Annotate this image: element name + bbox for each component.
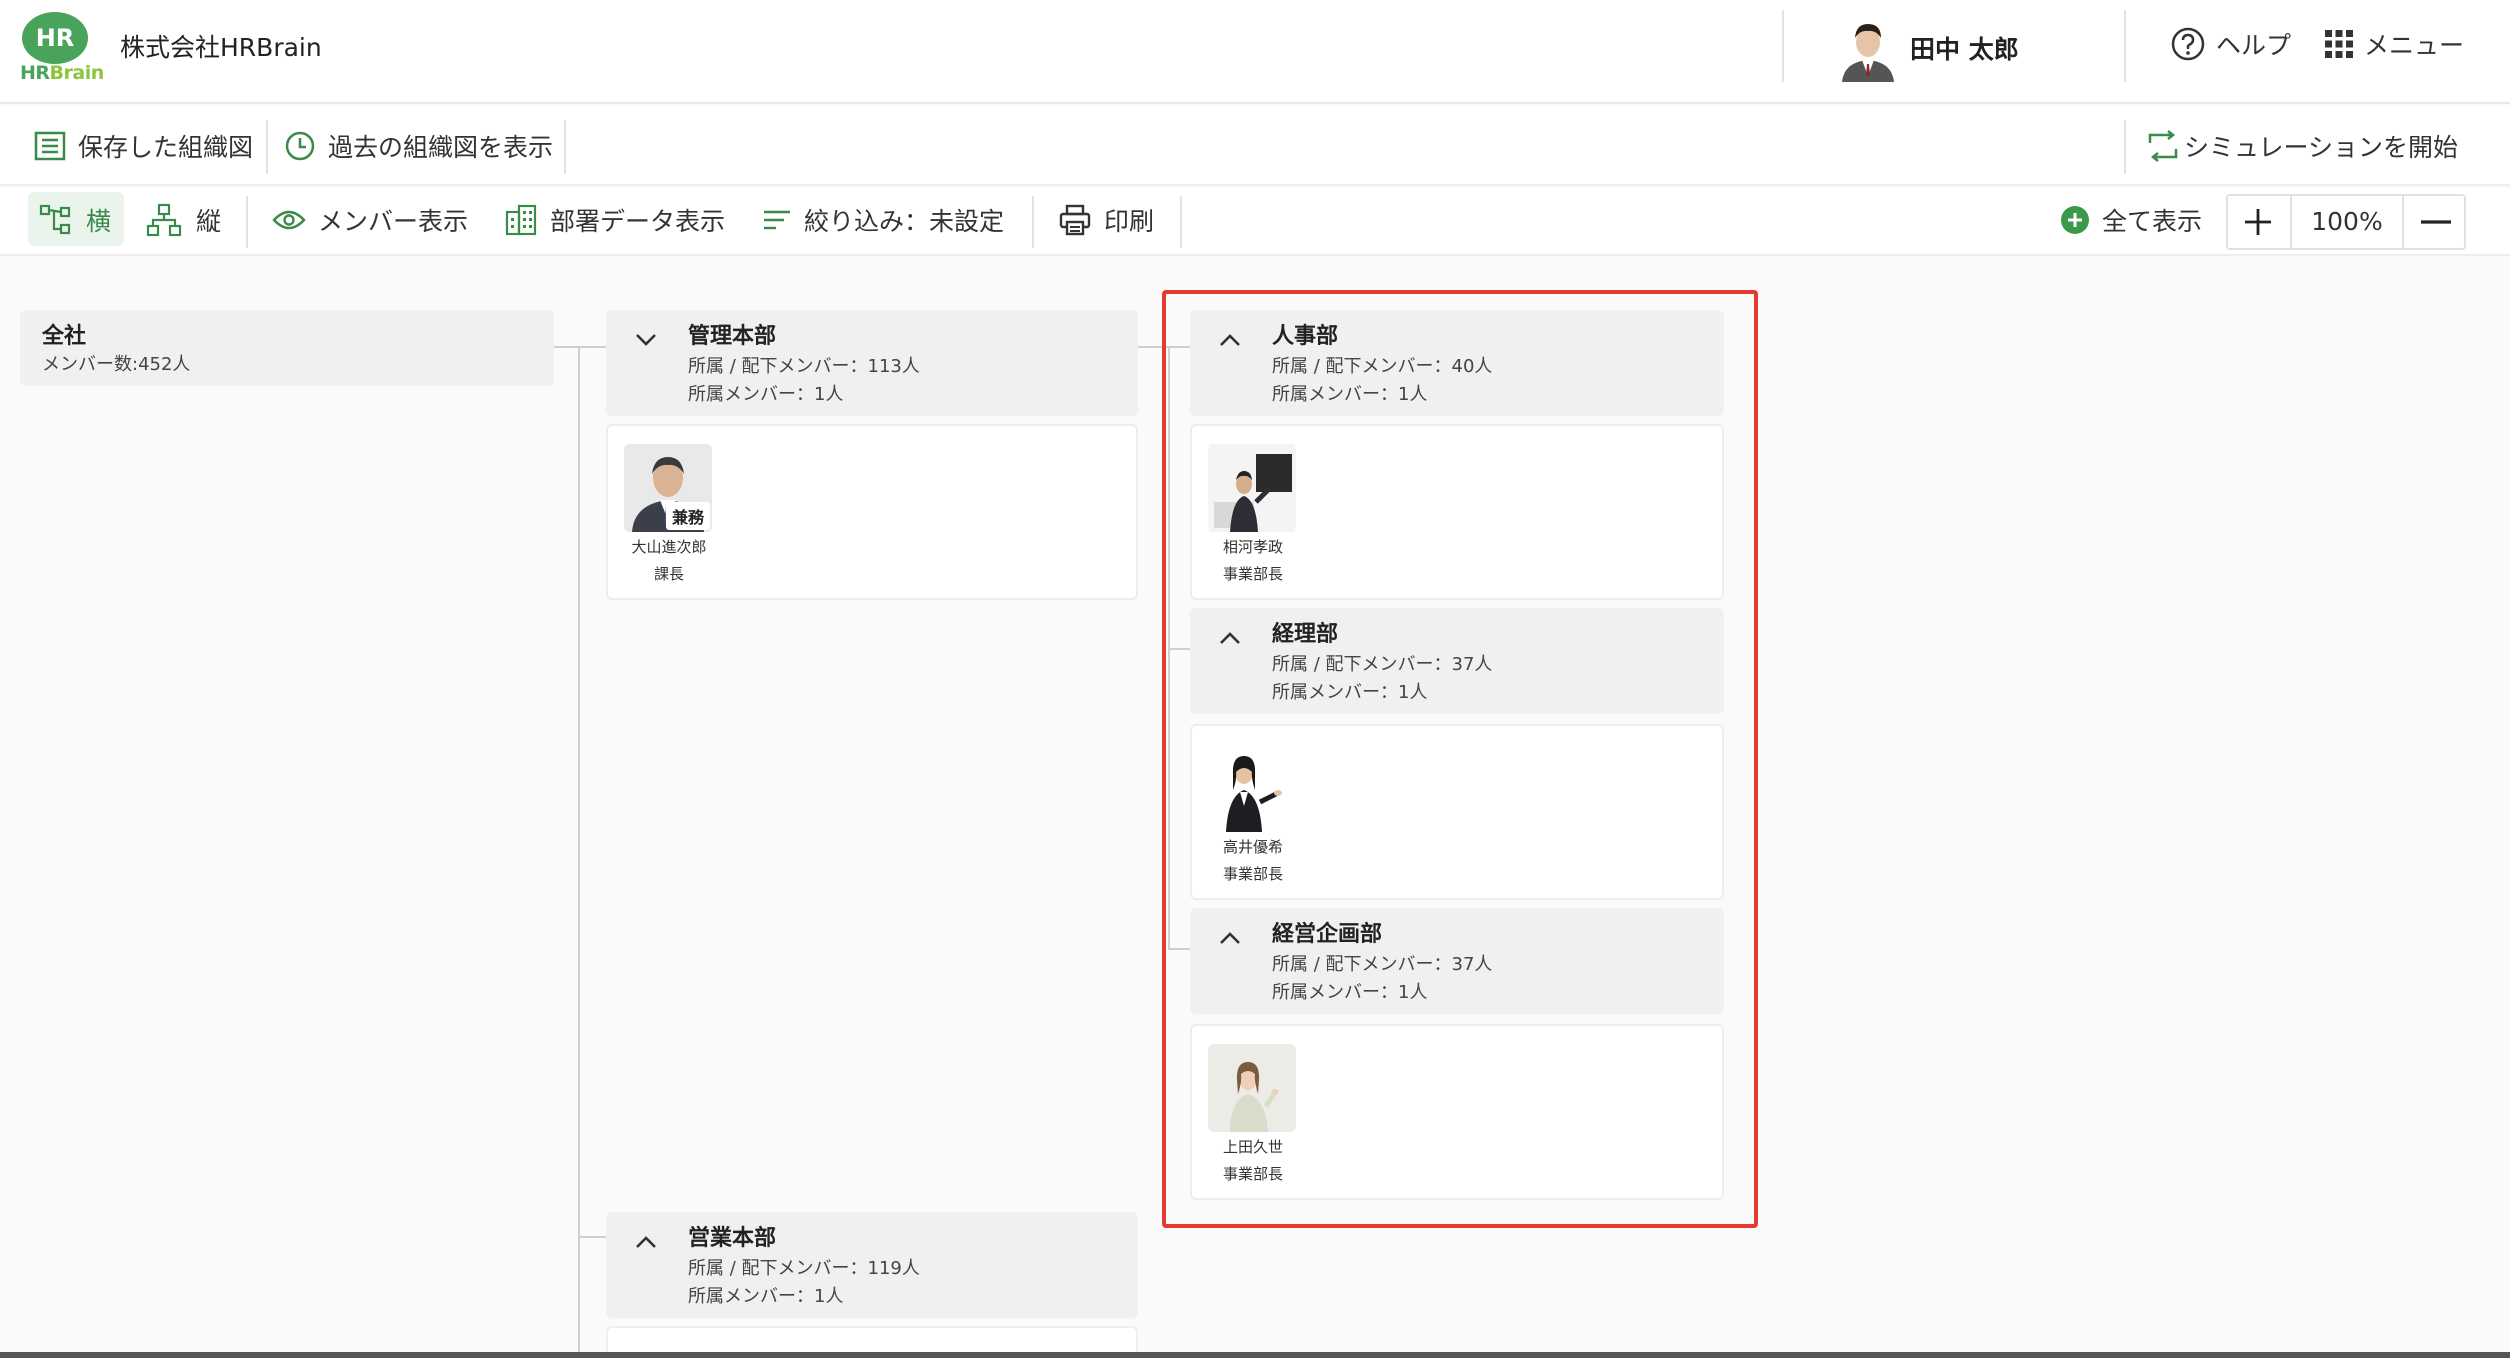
dept-total-members: 所属 / 配下メンバー：119人 — [688, 1258, 920, 1279]
eye-icon — [272, 210, 306, 230]
toolbar-divider — [246, 196, 248, 248]
print-label: 印刷 — [1104, 207, 1155, 236]
member-name: 大山進次郎 — [631, 538, 707, 556]
past-charts-label: 過去の組織図を表示 — [328, 133, 554, 162]
dept-total-members: 所属 / 配下メンバー：113人 — [688, 356, 920, 377]
highlight-box — [1162, 290, 1758, 1228]
past-charts-button[interactable]: 過去の組織図を表示 — [284, 128, 553, 164]
member-photo: 兼務 — [624, 444, 712, 532]
help-icon — [2171, 27, 2205, 61]
dept-name: 全社 — [42, 324, 87, 349]
plus-circle-icon — [2061, 206, 2089, 234]
menu-button[interactable]: メニュー — [2324, 26, 2464, 62]
dept-direct-members: 所属メンバー：1人 — [688, 384, 844, 405]
member-view-button[interactable]: メンバー表示 — [272, 202, 468, 238]
vertical-tree-icon — [146, 203, 182, 237]
printer-icon — [1059, 204, 1091, 236]
swap-icon — [2148, 130, 2178, 162]
toolbar-divider — [564, 120, 566, 174]
zoom-control: 100% — [2226, 194, 2466, 250]
print-button[interactable]: 印刷 — [1058, 202, 1154, 238]
member-title: 課長 — [653, 565, 684, 583]
toolbar-divider — [2124, 120, 2126, 174]
grid-menu-icon — [2325, 30, 2353, 58]
connector-line — [554, 346, 606, 348]
horizontal-label: 横 — [86, 207, 112, 236]
simulation-label: シミュレーションを開始 — [2184, 133, 2459, 162]
header-divider — [1782, 10, 1784, 82]
show-all-button[interactable]: 全て表示 — [2060, 202, 2202, 238]
app-header: HR HRBrain 株式会社HRBrain 田中 太郎 ヘルプ メニュー — [0, 0, 2510, 104]
dept-card-kanri[interactable]: 管理本部 所属 / 配下メンバー：113人 所属メンバー：1人 — [606, 310, 1138, 416]
member-panel: 兼務 大山進次郎 課長 — [606, 424, 1138, 600]
chevron-up-icon[interactable] — [634, 1234, 658, 1250]
toolbar-divider — [266, 120, 268, 174]
zoom-in-button[interactable] — [2228, 196, 2288, 248]
toolbar-divider — [1180, 196, 1182, 248]
filter-label: 絞り込み：未設定 — [804, 207, 1005, 236]
dept-card-root[interactable]: 全社 メンバー数:452人 — [20, 310, 554, 386]
connector-line — [578, 346, 580, 1352]
building-icon — [505, 204, 537, 236]
zoom-level: 100% — [2290, 196, 2404, 248]
horizontal-tree-icon — [39, 204, 71, 235]
filter-button[interactable]: 絞り込み：未設定 — [762, 202, 1004, 238]
filter-lines-icon — [764, 210, 790, 230]
clock-icon — [285, 131, 315, 161]
user-avatar[interactable] — [1838, 16, 1898, 82]
help-button[interactable]: ヘルプ — [2170, 26, 2291, 62]
dept-member-count: メンバー数:452人 — [42, 354, 191, 375]
connector-line — [578, 1236, 606, 1238]
member-card[interactable]: 兼務 大山進次郎 課長 — [624, 444, 714, 584]
chart-toolbar: 保存した組織図 過去の組織図を表示 シミュレーションを開始 — [0, 106, 2510, 186]
dept-name: 管理本部 — [688, 324, 777, 349]
chevron-down-icon[interactable] — [634, 332, 658, 348]
member-view-label: メンバー表示 — [318, 207, 469, 236]
vertical-label: 縦 — [196, 207, 222, 236]
menu-label: メニュー — [2364, 31, 2465, 60]
window-bottom-edge — [0, 1352, 2510, 1358]
company-name: 株式会社HRBrain — [120, 33, 322, 62]
plus-icon — [2245, 209, 2271, 235]
horizontal-layout-button[interactable]: 横 — [38, 202, 111, 238]
dept-direct-members: 所属メンバー：1人 — [688, 1286, 844, 1307]
saved-charts-label: 保存した組織図 — [78, 133, 254, 162]
list-icon — [34, 131, 66, 161]
view-toolbar: 横 縦 メンバー表示 部署データ表示 絞り込み：未設定 印刷 全て表示 100% — [0, 188, 2510, 256]
logo-wordmark: HRBrain — [20, 62, 104, 84]
hrbrain-logo[interactable]: HR HRBrain — [18, 12, 104, 88]
show-all-label: 全て表示 — [2102, 207, 2203, 236]
start-simulation-button[interactable]: シミュレーションを開始 — [2146, 128, 2458, 164]
logo-mark: HR — [22, 12, 88, 64]
dept-card-eigyo[interactable]: 営業本部 所属 / 配下メンバー：119人 所属メンバー：1人 — [606, 1212, 1138, 1318]
dept-data-view-button[interactable]: 部署データ表示 — [504, 202, 725, 238]
user-name[interactable]: 田中 太郎 — [1910, 30, 2019, 66]
saved-charts-button[interactable]: 保存した組織図 — [34, 128, 253, 164]
dept-name: 営業本部 — [688, 1226, 777, 1251]
concurrent-post-badge: 兼務 — [665, 502, 710, 530]
header-divider — [2124, 10, 2126, 82]
help-label: ヘルプ — [2216, 31, 2292, 60]
vertical-layout-button[interactable]: 縦 — [146, 202, 221, 238]
dept-data-view-label: 部署データ表示 — [550, 207, 726, 236]
zoom-out-button[interactable] — [2406, 196, 2466, 248]
toolbar-divider — [1032, 196, 1034, 248]
minus-icon — [2421, 220, 2451, 224]
